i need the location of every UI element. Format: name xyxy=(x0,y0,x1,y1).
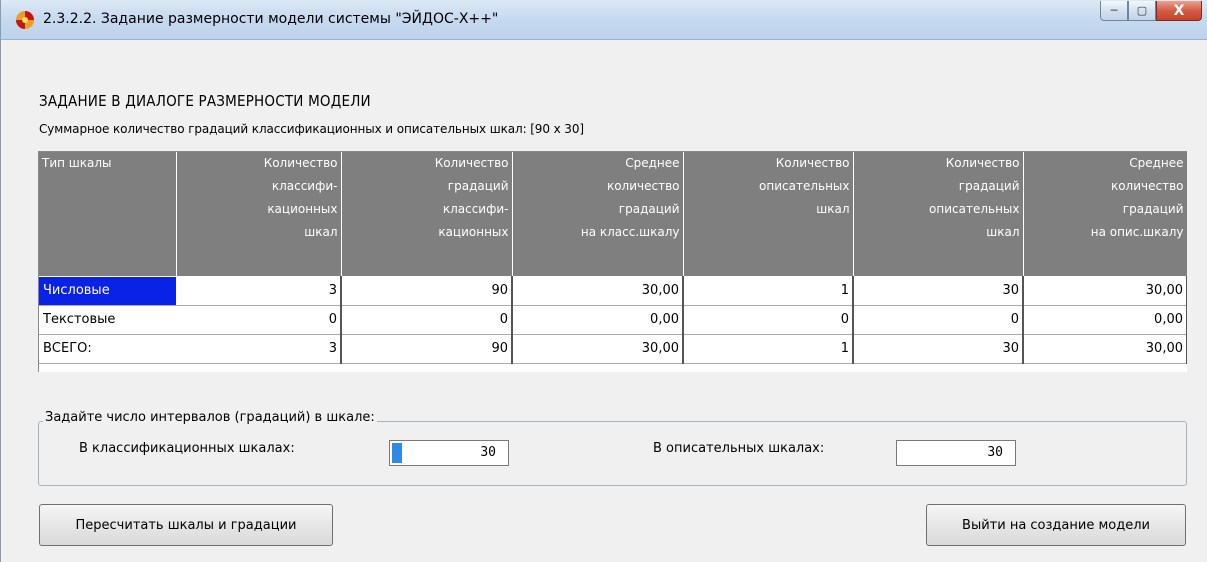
close-button[interactable]: X xyxy=(1156,1,1202,21)
minimize-button[interactable]: ─ xyxy=(1100,1,1128,21)
table-cell[interactable]: 30,00 xyxy=(1023,334,1187,364)
summary-text: Суммарное количество градаций классифика… xyxy=(39,122,584,136)
intervals-group-label: Задайте число интервалов (градаций) в шк… xyxy=(43,410,377,425)
column-header[interactable]: Среднее количество градаций на класс.шка… xyxy=(512,152,684,277)
column-header[interactable]: Количество градаций классифи- кационных xyxy=(341,152,513,277)
table-cell[interactable]: 30 xyxy=(853,334,1024,364)
table-row[interactable]: Текстовые 0 0 0,00 0 0 0,00 xyxy=(39,305,1187,335)
class-scales-input[interactable]: 30 xyxy=(389,440,509,466)
exit-to-model-button-label: Выйти на создание модели xyxy=(962,517,1150,533)
column-header[interactable]: Количество градаций описательных шкал xyxy=(853,152,1024,277)
table-cell[interactable]: 30,00 xyxy=(512,334,684,364)
table-cell[interactable]: 1 xyxy=(683,276,854,306)
desc-scales-input[interactable]: 30 xyxy=(896,440,1016,466)
column-header[interactable]: Количество классифи- кационных шкал xyxy=(176,152,342,277)
recalculate-button[interactable]: Пересчитать шкалы и градации xyxy=(39,504,333,546)
table-cell[interactable]: 0 xyxy=(176,305,342,335)
maximize-button[interactable]: ▢ xyxy=(1128,1,1156,21)
table-cell[interactable]: 0 xyxy=(341,305,513,335)
table-cell[interactable]: 30,00 xyxy=(1023,276,1187,306)
row-label-cell[interactable]: Текстовые xyxy=(39,305,177,335)
recalculate-button-label: Пересчитать шкалы и градации xyxy=(75,517,297,533)
table-cell[interactable]: 90 xyxy=(341,334,513,364)
window-title: 2.3.2.2. Задание размерности модели сист… xyxy=(43,11,499,27)
table-row[interactable]: ВСЕГО: 3 90 30,00 1 30 30,00 xyxy=(39,334,1187,364)
column-header[interactable]: Тип шкалы xyxy=(39,152,177,277)
row-label-cell[interactable]: ВСЕГО: xyxy=(39,334,177,364)
window-controls: ─ ▢ X xyxy=(1100,1,1202,21)
title-bar[interactable]: 2.3.2.2. Задание размерности модели сист… xyxy=(1,0,1207,40)
table-cell[interactable]: 0,00 xyxy=(1023,305,1187,335)
input-focus-indicator xyxy=(392,443,402,463)
dialog-window: 2.3.2.2. Задание размерности модели сист… xyxy=(0,0,1207,562)
class-scales-label: В классификационных шкалах: xyxy=(79,441,295,456)
class-scales-value: 30 xyxy=(480,445,496,460)
desc-scales-label: В описательных шкалах: xyxy=(653,441,825,456)
table-cell[interactable]: 90 xyxy=(341,276,513,306)
table-cell[interactable]: 0 xyxy=(853,305,1024,335)
table-header-row: Тип шкалы Количество классифи- кационных… xyxy=(39,152,1187,277)
table-cell[interactable]: 30,00 xyxy=(512,276,684,306)
minimize-icon: ─ xyxy=(1110,4,1118,17)
column-header[interactable]: Среднее количество градаций на опис.шкал… xyxy=(1023,152,1187,277)
page-heading: ЗАДАНИЕ В ДИАЛОГЕ РАЗМЕРНОСТИ МОДЕЛИ xyxy=(39,92,371,110)
table-cell[interactable]: 3 xyxy=(176,334,342,364)
table-cell[interactable]: 30 xyxy=(853,276,1024,306)
table-cell[interactable]: 0 xyxy=(683,305,854,335)
close-icon: X xyxy=(1173,2,1185,19)
app-icon xyxy=(16,11,34,29)
scales-table[interactable]: Тип шкалы Количество классифи- кационных… xyxy=(38,151,1187,372)
table-row[interactable]: Числовые 3 90 30,00 1 30 30,00 xyxy=(39,276,1187,306)
table-cell[interactable]: 1 xyxy=(683,334,854,364)
maximize-icon: ▢ xyxy=(1136,4,1148,17)
column-header[interactable]: Количество описательных шкал xyxy=(683,152,854,277)
exit-to-model-button[interactable]: Выйти на создание модели xyxy=(926,504,1186,546)
row-label-cell[interactable]: Числовые xyxy=(39,276,177,306)
table-cell[interactable]: 0,00 xyxy=(512,305,684,335)
table-cell[interactable]: 3 xyxy=(176,276,342,306)
desc-scales-value: 30 xyxy=(987,445,1003,460)
